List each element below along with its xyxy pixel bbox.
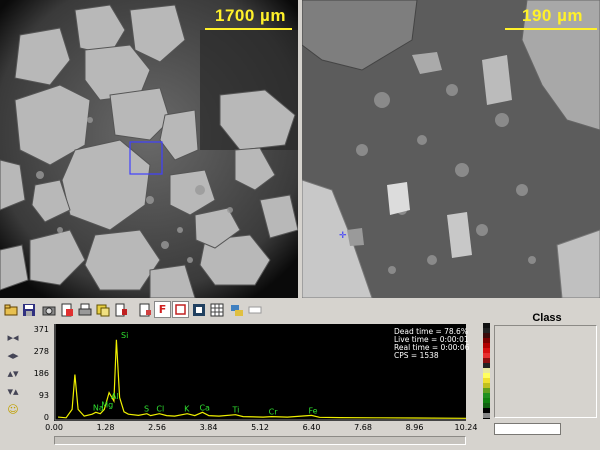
scale-bar-right <box>505 28 597 30</box>
peak-label: Si <box>121 331 128 340</box>
grid-icon[interactable] <box>208 301 225 318</box>
x-tick: 3.84 <box>199 423 218 432</box>
svg-text:✛: ✛ <box>339 231 347 241</box>
x-tick: 7.68 <box>354 423 372 432</box>
scroll-down-icon[interactable]: ▾▴ <box>5 384 21 400</box>
x-tick: 1.28 <box>96 423 115 432</box>
class-list[interactable] <box>494 325 597 418</box>
zoom-out-icon[interactable]: ◂▸ <box>5 348 21 364</box>
peak-label: S <box>144 405 149 414</box>
open-icon[interactable] <box>2 301 19 318</box>
x-axis-labels: 0.00 1.28 2.56 3.84 5.12 6.40 7.68 8.96 10.24 <box>40 423 480 435</box>
print-icon[interactable] <box>76 301 93 318</box>
eds-spectrum-plot[interactable]: Si Al Na Mg S Cl K Ca Ti Cr Fe Dead time = 78.6% L… <box>54 324 469 421</box>
fit-icon[interactable] <box>172 301 189 318</box>
sem-image-left[interactable]: 1700 µm <box>0 0 298 298</box>
settings-icon[interactable] <box>228 301 245 318</box>
peak-label: Ca <box>199 403 210 412</box>
smiley-icon[interactable]: ☺ <box>5 402 21 418</box>
sem-image-right-canvas: ✛ <box>302 0 600 298</box>
y-axis-labels: 371 278 186 93 0 <box>26 322 52 422</box>
y-tick: 93 <box>38 391 49 400</box>
stop-icon[interactable] <box>190 301 207 318</box>
y-tick: 186 <box>33 369 49 378</box>
scale-bar-label-left: 1700 µm <box>215 6 286 25</box>
y-tick: 371 <box>33 325 49 334</box>
x-tick: 10.24 <box>454 423 478 432</box>
cps: CPS = 1538 <box>394 351 439 360</box>
peak-label: Cr <box>269 408 279 417</box>
class-input[interactable] <box>494 423 561 435</box>
save-icon[interactable] <box>20 301 37 318</box>
y-tick: 278 <box>33 347 49 356</box>
peak-label: Mg <box>101 400 113 409</box>
blank-icon[interactable] <box>246 301 263 318</box>
color-cell <box>483 413 490 418</box>
sem-image-left-canvas <box>0 0 298 298</box>
color-scale <box>483 323 490 419</box>
peak-label: Ti <box>231 406 239 415</box>
scale-bar-left <box>205 28 292 30</box>
x-tick: 6.40 <box>302 423 321 432</box>
scale-bar-label-right: 190 µm <box>522 6 583 25</box>
copy-image-icon[interactable] <box>94 301 111 318</box>
zoom-in-icon[interactable]: ▸◂ <box>5 330 21 346</box>
x-tick: 2.56 <box>148 423 166 432</box>
camera-icon[interactable] <box>40 301 57 318</box>
print-preview-icon[interactable] <box>58 301 75 318</box>
peak-label: Cl <box>156 405 164 414</box>
scroll-up-icon[interactable]: ▴▾ <box>5 366 21 382</box>
peak-label: K <box>184 405 190 414</box>
sem-image-right[interactable]: ✛ 190 µm <box>302 0 600 298</box>
x-tick: 0.00 <box>45 423 63 432</box>
spectrum-controls: ▸◂ ◂▸ ▴▾ ▾▴ ☺ <box>0 322 26 442</box>
x-tick: 8.96 <box>405 423 424 432</box>
x-tick: 5.12 <box>251 423 269 432</box>
report-icon[interactable]: F <box>154 301 171 318</box>
export-icon[interactable] <box>112 301 129 318</box>
y-tick: 0 <box>43 413 49 422</box>
class-panel-title: Class <box>532 312 562 324</box>
peak-label: Fe <box>309 406 318 415</box>
spectrum-scrollbar[interactable] <box>54 436 466 445</box>
copy-data-icon[interactable] <box>136 301 153 318</box>
